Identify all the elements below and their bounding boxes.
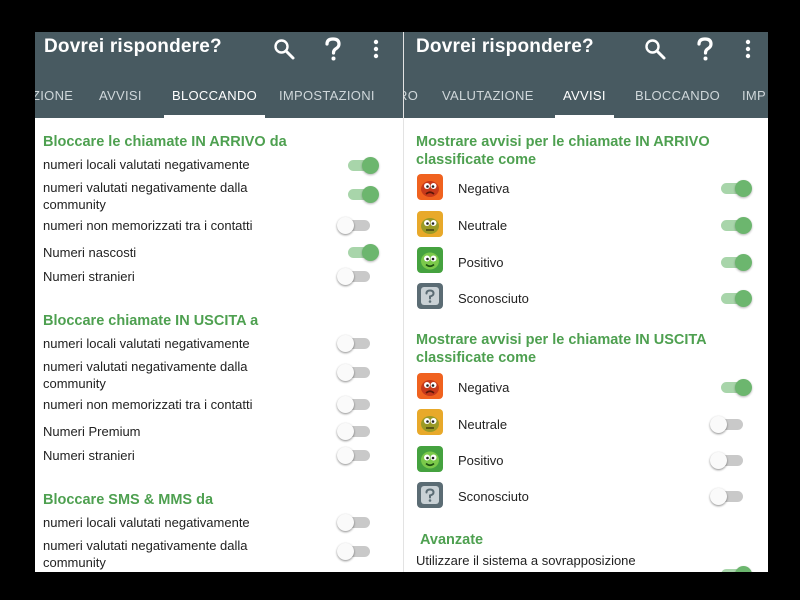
- app-bar: Dovrei rispondere? ZIONE AVVISI BLOCCAND…: [35, 32, 403, 118]
- incoming-unknown-alert-toggle[interactable]: [718, 290, 752, 307]
- tab-avvisi[interactable]: AVVISI: [99, 82, 142, 118]
- tab-bar: ZIONE AVVISI BLOCCANDO IMPOSTAZIONI: [35, 82, 403, 118]
- search-icon[interactable]: [270, 35, 298, 63]
- tab-registro-partial[interactable]: RO: [404, 82, 418, 118]
- setting-label: Utilizzare il sistema a sovrapposizione: [416, 553, 636, 568]
- help-icon[interactable]: [691, 35, 719, 63]
- tab-impostazioni-partial[interactable]: IMP: [742, 82, 766, 118]
- rating-label: Neutrale: [458, 218, 508, 233]
- overflow-menu-icon[interactable]: [362, 35, 390, 63]
- tab-bar: RO VALUTAZIONE AVVISI BLOCCANDO IMP: [404, 82, 768, 118]
- outgoing-unknown-alert-toggle[interactable]: [710, 488, 744, 505]
- setting-label: numeri valutati negativamente dalla comm…: [43, 180, 248, 212]
- alerts-screen: Dovrei rispondere? RO VALUTAZIONE AVVISI…: [403, 32, 768, 572]
- unknown-rating-icon: [417, 482, 443, 508]
- setting-label: numeri valutati negativamente dalla comm…: [43, 359, 248, 391]
- advanced-title: Avanzate: [420, 532, 484, 548]
- setting-label: numeri locali valutati negativamente: [43, 515, 250, 530]
- help-icon[interactable]: [319, 35, 347, 63]
- incoming-negative-alert-toggle[interactable]: [718, 180, 752, 197]
- search-icon[interactable]: [641, 35, 669, 63]
- setting-label: Numeri stranieri: [43, 269, 135, 284]
- setting-label: numeri non memorizzati tra i contatti: [43, 218, 253, 233]
- outgoing-unsaved-contacts-toggle[interactable]: [337, 396, 371, 413]
- incoming-community-negative-toggle[interactable]: [345, 186, 379, 203]
- rating-label: Neutrale: [458, 417, 508, 432]
- tab-valutazione[interactable]: VALUTAZIONE: [442, 82, 534, 118]
- overflow-menu-icon[interactable]: [734, 35, 762, 63]
- tab-avvisi[interactable]: AVVISI: [555, 82, 614, 118]
- incoming-local-negative-toggle[interactable]: [345, 157, 379, 174]
- setting-label: numeri non memorizzati tra i contatti: [43, 397, 253, 412]
- incoming-hidden-numbers-toggle[interactable]: [345, 244, 379, 261]
- rating-label: Sconosciuto: [458, 489, 529, 504]
- setting-label: numeri locali valutati negativamente: [43, 157, 250, 172]
- tab-valutazione-partial[interactable]: ZIONE: [35, 82, 73, 118]
- tab-bloccando[interactable]: BLOCCANDO: [163, 82, 266, 118]
- app-title: Dovrei rispondere?: [416, 36, 594, 57]
- rating-label: Positivo: [458, 255, 504, 270]
- outgoing-local-negative-toggle[interactable]: [337, 335, 371, 352]
- app-title: Dovrei rispondere?: [44, 36, 222, 57]
- sms-local-negative-toggle[interactable]: [337, 514, 371, 531]
- positive-rating-icon: [417, 446, 443, 472]
- incoming-block-title: Bloccare le chiamate IN ARRIVO da: [43, 134, 287, 150]
- setting-label: Numeri nascosti: [43, 245, 137, 260]
- setting-label: Numeri stranieri: [43, 448, 135, 463]
- rating-label: Sconosciuto: [458, 291, 529, 306]
- rating-label: Negativa: [458, 380, 510, 395]
- setting-label: numeri locali valutati negativamente: [43, 336, 250, 351]
- rating-label: Positivo: [458, 453, 504, 468]
- incoming-positive-alert-toggle[interactable]: [718, 254, 752, 271]
- app-bar: Dovrei rispondere? RO VALUTAZIONE AVVISI…: [404, 32, 768, 118]
- unknown-rating-icon: [417, 283, 443, 309]
- incoming-alerts-title: Mostrare avvisi per le chiamate IN ARRIV…: [416, 134, 710, 168]
- incoming-neutral-alert-toggle[interactable]: [718, 217, 752, 234]
- overlay-system-toggle[interactable]: [718, 566, 752, 572]
- outgoing-premium-numbers-toggle[interactable]: [337, 423, 371, 440]
- outgoing-foreign-numbers-toggle[interactable]: [337, 447, 371, 464]
- outgoing-positive-alert-toggle[interactable]: [710, 452, 744, 469]
- negative-rating-icon: [417, 373, 443, 399]
- sms-community-negative-toggle[interactable]: [337, 543, 371, 560]
- tab-bloccando[interactable]: BLOCCANDO: [635, 82, 720, 118]
- screenshot-frame: Dovrei rispondere? ZIONE AVVISI BLOCCAND…: [35, 32, 768, 572]
- outgoing-negative-alert-toggle[interactable]: [718, 379, 752, 396]
- incoming-unsaved-contacts-toggle[interactable]: [337, 217, 371, 234]
- blocking-screen: Dovrei rispondere? ZIONE AVVISI BLOCCAND…: [35, 32, 403, 572]
- outgoing-neutral-alert-toggle[interactable]: [710, 416, 744, 433]
- sms-block-title: Bloccare SMS & MMS da: [43, 492, 214, 508]
- positive-rating-icon: [417, 247, 443, 273]
- neutral-rating-icon: [417, 409, 443, 435]
- setting-label: numeri valutati negativamente dalla comm…: [43, 538, 248, 570]
- blocking-settings: Bloccare le chiamate IN ARRIVO da numeri…: [35, 118, 403, 572]
- outgoing-community-negative-toggle[interactable]: [337, 364, 371, 381]
- alert-settings: Mostrare avvisi per le chiamate IN ARRIV…: [404, 118, 768, 572]
- neutral-rating-icon: [417, 211, 443, 237]
- outgoing-block-title: Bloccare chiamate IN USCITA a: [43, 313, 259, 329]
- outgoing-alerts-title: Mostrare avvisi per le chiamate IN USCIT…: [416, 332, 707, 366]
- rating-label: Negativa: [458, 181, 510, 196]
- tab-impostazioni[interactable]: IMPOSTAZIONI: [279, 82, 375, 118]
- negative-rating-icon: [417, 174, 443, 200]
- incoming-foreign-numbers-toggle[interactable]: [337, 268, 371, 285]
- setting-label: Numeri Premium: [43, 424, 141, 439]
